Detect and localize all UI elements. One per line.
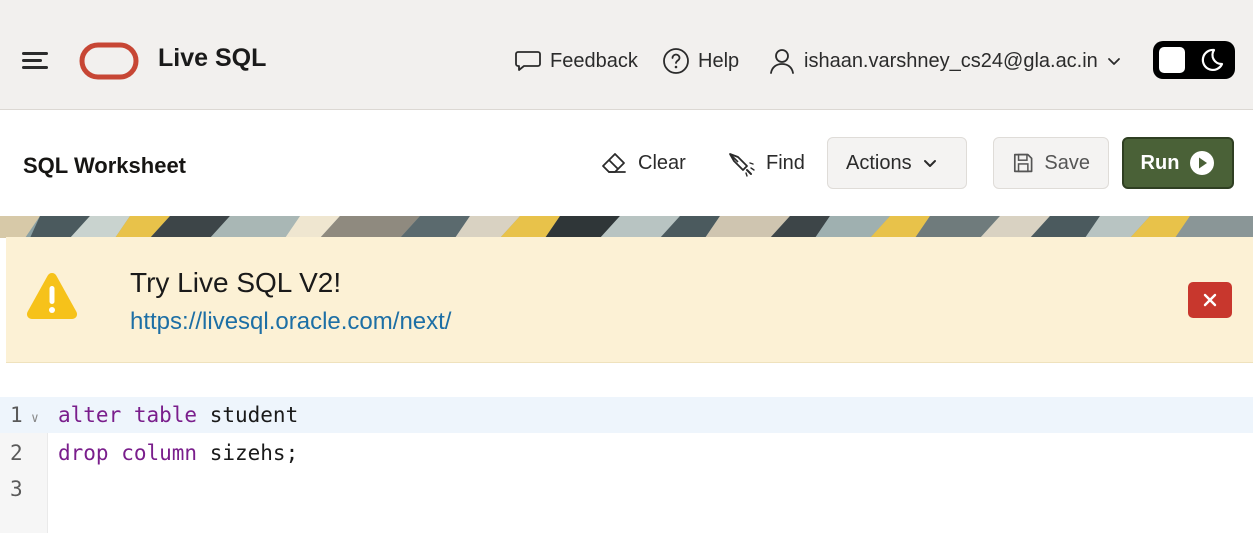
code-line[interactable]: 1 ∨ alter table student xyxy=(0,397,1253,433)
alert-title: Try Live SQL V2! xyxy=(130,267,342,298)
play-icon xyxy=(1190,151,1215,175)
code-text: drop column sizehs; xyxy=(58,435,298,471)
save-icon xyxy=(1013,153,1033,173)
user-email: ishaan.varshney_cs24@gla.ac.in xyxy=(804,49,1098,72)
chat-bubble-icon xyxy=(515,51,541,71)
help-label: Help xyxy=(698,49,740,72)
sql-keyword: alter table xyxy=(58,403,198,427)
run-label: Run xyxy=(1140,151,1180,174)
code-text: alter table student xyxy=(58,397,298,433)
close-icon xyxy=(1203,293,1217,307)
save-button[interactable]: Save xyxy=(993,137,1109,189)
fold-chevron-icon[interactable]: ∨ xyxy=(31,401,39,437)
menu-icon[interactable] xyxy=(22,50,50,72)
code-line[interactable]: 2 drop column sizehs; xyxy=(0,435,1253,471)
eraser-icon xyxy=(602,153,626,173)
theme-toggle[interactable] xyxy=(1153,41,1235,79)
save-label: Save xyxy=(1044,151,1090,174)
line-number: 3 xyxy=(10,477,23,501)
chevron-down-icon xyxy=(923,160,936,167)
worksheet-toolbar: SQL Worksheet Clear Find Actions Save Ru… xyxy=(0,110,1253,216)
decorative-pattern-banner xyxy=(0,216,1253,238)
feedback-button[interactable]: Feedback xyxy=(514,45,638,77)
help-button[interactable]: Help xyxy=(662,45,739,77)
actions-label: Actions xyxy=(846,151,912,174)
help-icon xyxy=(663,48,689,74)
sql-keyword: drop column xyxy=(58,441,198,465)
alert-banner: Try Live SQL V2! https://livesql.oracle.… xyxy=(6,237,1253,363)
find-button[interactable]: Find xyxy=(726,137,805,189)
clear-label: Clear xyxy=(638,151,686,174)
top-header: Live SQL Feedback Help ishaan.varshney_c… xyxy=(0,0,1253,110)
line-number: 2 xyxy=(10,441,23,465)
code-line[interactable]: 3 xyxy=(0,471,1253,507)
clear-button[interactable]: Clear xyxy=(600,137,686,189)
moon-icon xyxy=(1201,48,1224,71)
sql-identifier: sizehs; xyxy=(197,441,299,465)
flashlight-icon xyxy=(729,153,755,177)
find-label: Find xyxy=(766,151,805,174)
user-menu[interactable]: ishaan.varshney_cs24@gla.ac.in xyxy=(768,45,1122,77)
line-number: 1 xyxy=(10,403,23,427)
oracle-logo-icon xyxy=(79,42,139,80)
app-title: Live SQL xyxy=(158,44,267,72)
page-title: SQL Worksheet xyxy=(23,153,187,178)
user-icon xyxy=(770,49,794,74)
code-editor[interactable]: 1 ∨ alter table student 2 drop column si… xyxy=(0,363,1253,533)
sql-identifier: student xyxy=(197,403,299,427)
run-button[interactable]: Run xyxy=(1122,137,1234,189)
close-button[interactable] xyxy=(1188,282,1232,318)
actions-dropdown[interactable]: Actions xyxy=(827,137,967,189)
chevron-down-icon xyxy=(1107,58,1120,65)
toggle-knob xyxy=(1159,47,1185,73)
warning-icon xyxy=(26,273,78,319)
feedback-label: Feedback xyxy=(550,49,638,72)
alert-link[interactable]: https://livesql.oracle.com/next/ xyxy=(130,308,451,336)
